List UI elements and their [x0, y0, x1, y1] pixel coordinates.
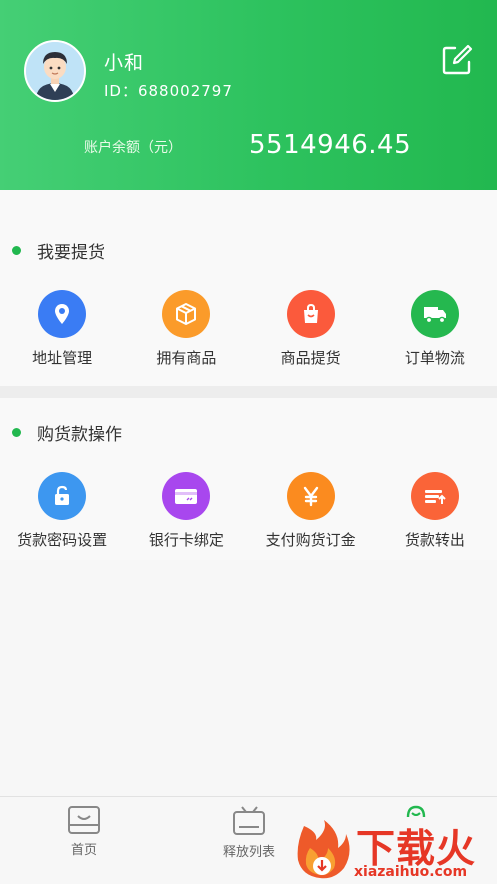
- location-pin-icon: [38, 290, 87, 338]
- tab-label: 首页: [70, 843, 97, 858]
- section-bullet-dot: [12, 428, 21, 437]
- section-title-text: 购货款操作: [37, 425, 122, 445]
- user-id: ID：688002797: [104, 82, 233, 100]
- grid-label: 订单物流: [404, 349, 465, 367]
- pickup-grid: 地址管理 拥有商品 商品提货 订单物流: [0, 290, 497, 368]
- profile-icon: [406, 805, 426, 818]
- tab-home[interactable]: 首页: [52, 805, 116, 858]
- payment-grid: 货款密码设置 银行卡绑定 支付购货订金 货款转出: [0, 472, 497, 550]
- section-divider: [0, 386, 497, 398]
- grid-label: 银行卡绑定: [148, 531, 224, 549]
- section-title-payment: 购货款操作: [12, 420, 122, 445]
- grid-label: 商品提货: [280, 349, 341, 367]
- grid-label: 货款密码设置: [17, 531, 108, 549]
- home-tray-icon: [68, 806, 100, 834]
- truck-icon: [410, 290, 459, 338]
- section-title-text: 我要提货: [37, 243, 105, 263]
- watermark-domain-text: xiazaihuo.com: [354, 864, 468, 880]
- bank-card-binding-button[interactable]: 银行卡绑定: [124, 472, 248, 550]
- section-bullet-dot: [12, 246, 21, 255]
- box-icon: [162, 290, 211, 338]
- grid-label: 拥有商品: [156, 349, 217, 367]
- address-management-button[interactable]: 地址管理: [0, 290, 124, 368]
- empty-content-area: [0, 560, 497, 796]
- tab-release-list[interactable]: 释放列表: [211, 805, 287, 860]
- transfer-out-button[interactable]: 货款转出: [373, 472, 497, 550]
- pay-deposit-button[interactable]: 支付购货订金: [249, 472, 373, 550]
- shopping-bag-icon: [286, 290, 335, 338]
- yuan-icon: [286, 472, 335, 520]
- lock-icon: [38, 472, 87, 520]
- grid-label: 地址管理: [32, 349, 93, 367]
- flame-logo-icon: [297, 820, 350, 879]
- profile-header: 小和 ID：688002797 账户余额（元） 5514946.45: [0, 0, 497, 190]
- grid-label: 货款转出: [404, 531, 465, 549]
- payment-password-button[interactable]: 货款密码设置: [0, 472, 124, 550]
- avatar[interactable]: [24, 40, 86, 102]
- order-logistics-button[interactable]: 订单物流: [373, 290, 497, 368]
- bank-card-icon: [162, 472, 211, 520]
- avatar-illustration: [26, 42, 84, 100]
- tab-label: 释放列表: [222, 845, 275, 860]
- section-title-pickup: 我要提货: [12, 238, 105, 263]
- transfer-out-icon: [410, 472, 459, 520]
- edit-profile-button[interactable]: [440, 43, 474, 77]
- goods-pickup-button[interactable]: 商品提货: [249, 290, 373, 368]
- edit-icon: [442, 44, 473, 75]
- download-site-watermark: 下载火 xiazaihuo.com: [294, 818, 497, 883]
- balance-label: 账户余额（元）: [84, 140, 182, 156]
- grid-label: 支付购货订金: [265, 531, 356, 549]
- tv-list-icon: [233, 806, 265, 835]
- user-name: 小和: [104, 52, 145, 74]
- tab-profile[interactable]: [398, 805, 434, 819]
- pickup-section: 我要提货 地址管理 拥有商品 商品提货 订单物流: [0, 190, 497, 386]
- payment-section: 购货款操作 货款密码设置 银行卡绑定 支付购货订金 货款转出: [0, 398, 497, 560]
- balance-value: 5514946.45: [249, 130, 412, 160]
- owned-goods-button[interactable]: 拥有商品: [124, 290, 248, 368]
